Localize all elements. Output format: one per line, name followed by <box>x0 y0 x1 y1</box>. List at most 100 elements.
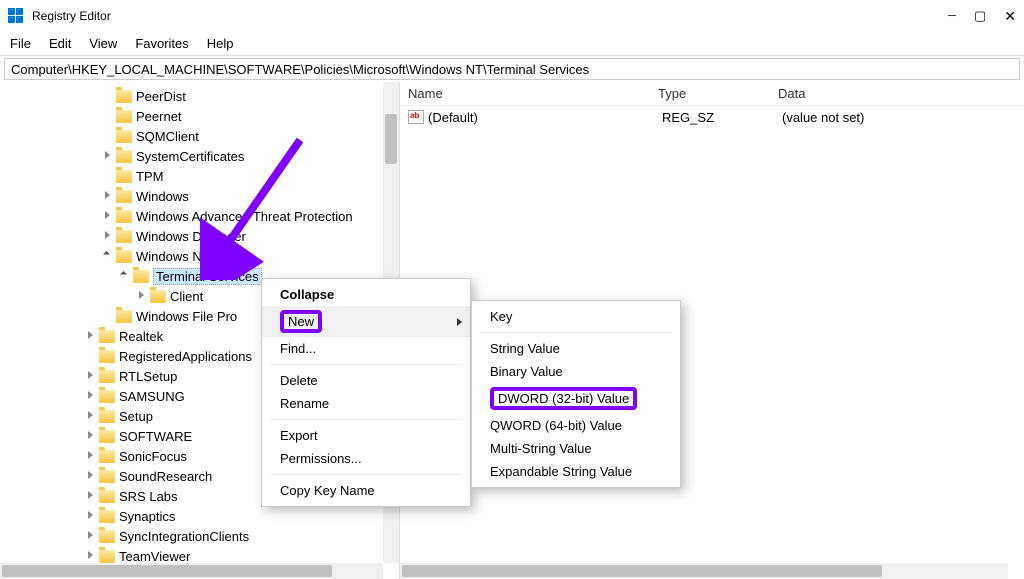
submenu-string[interactable]: String Value <box>472 337 680 360</box>
menu-edit[interactable]: Edit <box>49 36 71 51</box>
list-header: Name Type Data <box>400 82 1024 106</box>
expander-icon[interactable] <box>85 450 97 462</box>
value-data: (value not set) <box>782 110 1024 125</box>
tree-label: Client <box>170 289 203 304</box>
address-text: Computer\HKEY_LOCAL_MACHINE\SOFTWARE\Pol… <box>11 62 589 77</box>
context-collapse[interactable]: Collapse <box>262 283 470 306</box>
address-bar[interactable]: Computer\HKEY_LOCAL_MACHINE\SOFTWARE\Pol… <box>4 58 1020 80</box>
folder-icon <box>116 150 132 163</box>
expander-icon[interactable] <box>85 410 97 422</box>
tree-item[interactable]: Synaptics <box>0 506 399 526</box>
column-header-type[interactable]: Type <box>650 86 770 101</box>
context-new[interactable]: New <box>262 306 470 337</box>
tree-label: SRS Labs <box>119 489 178 504</box>
menu-view[interactable]: View <box>89 36 117 51</box>
highlight-new: New <box>280 310 322 333</box>
submenu-expandable-string[interactable]: Expandable String Value <box>472 460 680 483</box>
tree-label: Windows Defender <box>136 229 246 244</box>
context-permissions[interactable]: Permissions... <box>262 447 470 470</box>
value-type: REG_SZ <box>662 110 782 125</box>
tree-label: SOFTWARE <box>119 429 192 444</box>
column-header-data[interactable]: Data <box>770 86 1024 101</box>
folder-icon <box>116 230 132 243</box>
list-horizontal-scrollbar[interactable] <box>400 563 1008 579</box>
expander-icon[interactable] <box>85 530 97 542</box>
close-button[interactable]: ✕ <box>1004 8 1016 25</box>
folder-icon <box>116 110 132 123</box>
context-delete[interactable]: Delete <box>262 369 470 392</box>
folder-icon <box>133 270 149 283</box>
expander-icon[interactable] <box>102 250 114 262</box>
expander-icon[interactable] <box>85 510 97 522</box>
tree-label: Windows File Pro <box>136 309 237 324</box>
tree-item[interactable]: SyncIntegrationClients <box>0 526 399 546</box>
tree-item[interactable]: SystemCertificates <box>0 146 399 166</box>
expander-icon[interactable] <box>85 330 97 342</box>
folder-icon <box>99 330 115 343</box>
tree-item[interactable]: TPM <box>0 166 399 186</box>
tree-item[interactable]: SQMClient <box>0 126 399 146</box>
tree-label: Realtek <box>119 329 163 344</box>
expander-icon[interactable] <box>119 270 131 282</box>
tree-label: Peernet <box>136 109 182 124</box>
tree-item[interactable]: Peernet <box>0 106 399 126</box>
expander-icon[interactable] <box>136 290 148 302</box>
tree-item[interactable]: Windows Advanced Threat Protection <box>0 206 399 226</box>
menu-help[interactable]: Help <box>207 36 234 51</box>
context-rename[interactable]: Rename <box>262 392 470 415</box>
expander-icon[interactable] <box>102 230 114 242</box>
folder-icon <box>116 190 132 203</box>
expander-icon[interactable] <box>85 490 97 502</box>
tree-item[interactable]: PeerDist <box>0 86 399 106</box>
maximize-button[interactable]: ▢ <box>974 8 986 24</box>
folder-icon <box>99 470 115 483</box>
folder-icon <box>99 510 115 523</box>
expander-icon[interactable] <box>85 370 97 382</box>
expander-icon[interactable] <box>102 150 114 162</box>
tree-label: PeerDist <box>136 89 186 104</box>
submenu-binary[interactable]: Binary Value <box>472 360 680 383</box>
column-header-name[interactable]: Name <box>400 86 650 101</box>
folder-icon <box>116 130 132 143</box>
folder-icon <box>99 410 115 423</box>
context-find[interactable]: Find... <box>262 337 470 360</box>
tree-label: Windows <box>136 189 189 204</box>
expander-icon[interactable] <box>102 210 114 222</box>
menu-favorites[interactable]: Favorites <box>135 36 188 51</box>
list-row[interactable]: (Default) REG_SZ (value not set) <box>400 106 1024 128</box>
tree-item[interactable]: TeamViewer <box>0 546 399 563</box>
folder-icon <box>99 530 115 543</box>
folder-icon <box>116 210 132 223</box>
tree-item[interactable]: Windows Defender <box>0 226 399 246</box>
tree-label: RTLSetup <box>119 369 177 384</box>
tree-item[interactable]: Windows <box>0 186 399 206</box>
submenu-dword[interactable]: DWORD (32-bit) Value <box>472 383 680 414</box>
submenu-key[interactable]: Key <box>472 305 680 328</box>
context-copy-key-name[interactable]: Copy Key Name <box>262 479 470 502</box>
tree-label: RegisteredApplications <box>119 349 252 364</box>
expander-icon[interactable] <box>85 390 97 402</box>
expander-spacer <box>102 110 114 122</box>
tree-label: Terminal Services <box>153 268 262 285</box>
tree-label: SonicFocus <box>119 449 187 464</box>
tree-label: SoundResearch <box>119 469 212 484</box>
context-submenu-new: Key String Value Binary Value DWORD (32-… <box>471 300 681 488</box>
context-export[interactable]: Export <box>262 424 470 447</box>
submenu-qword[interactable]: QWORD (64-bit) Value <box>472 414 680 437</box>
submenu-multi-string[interactable]: Multi-String Value <box>472 437 680 460</box>
expander-icon[interactable] <box>85 550 97 562</box>
menu-file[interactable]: File <box>10 36 31 51</box>
minimize-button[interactable]: ─ <box>948 10 956 22</box>
tree-label: SAMSUNG <box>119 389 185 404</box>
folder-icon <box>99 450 115 463</box>
expander-icon[interactable] <box>85 470 97 482</box>
folder-icon <box>99 430 115 443</box>
tree-item[interactable]: Windows NT <box>0 246 399 266</box>
folder-icon <box>116 170 132 183</box>
tree-label: Windows Advanced Threat Protection <box>136 209 353 224</box>
tree-label: SyncIntegrationClients <box>119 529 249 544</box>
tree-label: TeamViewer <box>119 549 190 564</box>
tree-horizontal-scrollbar[interactable] <box>0 563 383 579</box>
expander-icon[interactable] <box>85 430 97 442</box>
expander-icon[interactable] <box>102 190 114 202</box>
